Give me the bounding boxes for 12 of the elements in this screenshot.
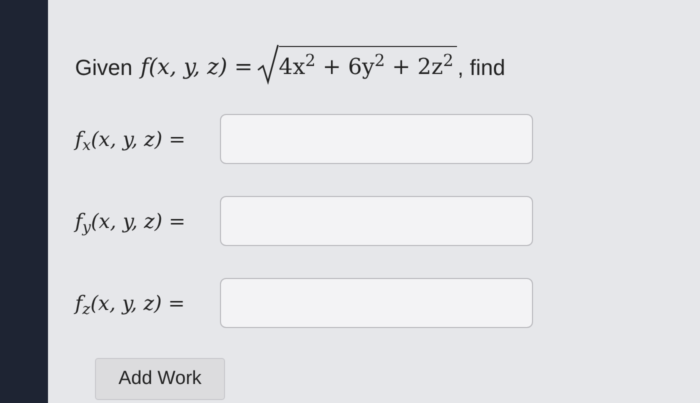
find-text: , find (457, 54, 506, 82)
derivative-label: f$_{x}$(x, y, z) = (75, 126, 186, 154)
answer-field[interactable] (220, 278, 533, 328)
function-text: f(x, y, z) = (140, 54, 253, 82)
square-root-icon (256, 44, 279, 86)
derivative-label: f$_{z}$(x, y, z) = (75, 290, 186, 318)
add-work-button[interactable]: Add Work (95, 358, 225, 400)
question-text: Given (75, 54, 132, 82)
radicand-text: 4x$^{2}$ + 6y$^{2}$ + 2z$^{2}$ (278, 46, 458, 84)
answer-field[interactable] (220, 114, 533, 164)
derivative-label: f$_{y}$(x, y, z) = (75, 208, 186, 236)
answer-field[interactable] (220, 196, 533, 246)
